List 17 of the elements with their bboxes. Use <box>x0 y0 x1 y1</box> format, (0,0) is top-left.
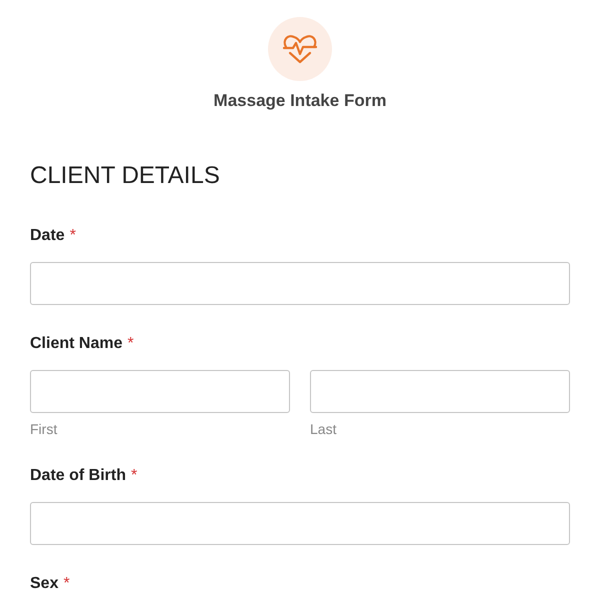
required-mark: * <box>131 467 138 485</box>
form-title: Massage Intake Form <box>214 91 386 111</box>
field-label: Sex <box>30 575 58 593</box>
section-heading: CLIENT DETAILS <box>30 162 221 190</box>
field-label: Date of Birth <box>30 467 126 485</box>
required-mark: * <box>70 227 76 245</box>
input-field[interactable] <box>30 370 290 413</box>
field-label: Date <box>30 227 65 245</box>
sublabel: Last <box>310 421 336 437</box>
required-mark: * <box>127 335 134 353</box>
sublabel: First <box>30 421 58 437</box>
heart-pulse-icon <box>283 34 317 64</box>
required-mark: * <box>63 575 70 593</box>
input-field[interactable] <box>310 370 570 413</box>
field-label: Client Name <box>30 335 122 353</box>
input-field[interactable] <box>30 262 570 305</box>
input-field[interactable] <box>30 502 570 545</box>
